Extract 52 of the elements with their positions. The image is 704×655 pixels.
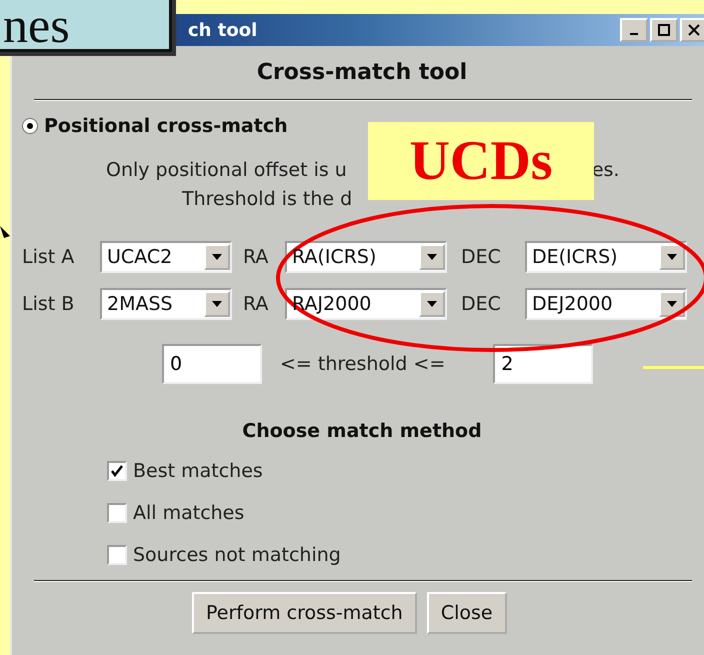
annotation-line <box>643 366 704 369</box>
ra-label: RA <box>242 246 270 268</box>
radio-label: Positional cross-match <box>44 115 288 137</box>
close-icon <box>688 24 700 36</box>
minimize-icon <box>630 33 638 35</box>
dropdown-arrow-icon <box>667 301 677 307</box>
catalog-dropdown[interactable]: 2MASS <box>100 288 232 320</box>
ra-label: RA <box>242 293 270 315</box>
pointer-arrow <box>0 226 10 238</box>
checkbox-label: All matches <box>133 502 244 524</box>
ra-dropdown[interactable]: RA(ICRS) <box>285 241 447 273</box>
close-button[interactable] <box>680 18 704 42</box>
dropdown-button[interactable] <box>204 244 230 270</box>
checkbox-label: Best matches <box>133 460 263 482</box>
window-title: ch tool <box>188 20 258 40</box>
min-threshold-field[interactable]: 0 <box>162 344 262 384</box>
dialog-button[interactable]: Close <box>426 592 507 634</box>
max-threshold-field[interactable]: 2 <box>493 344 594 384</box>
ra-dropdown[interactable]: RAJ2000 <box>285 288 447 320</box>
maximize-icon <box>658 24 670 36</box>
dropdown-button[interactable] <box>204 291 230 317</box>
annotation-label: UCDs <box>368 122 594 200</box>
info-text: Only positional offset is u <box>106 158 347 180</box>
catalog-dropdown[interactable]: UCAC2 <box>100 241 232 273</box>
dec-dropdown[interactable]: DE(ICRS) <box>525 241 687 273</box>
dec-label: DEC <box>460 293 502 315</box>
section-heading: Choose match method <box>241 420 483 442</box>
dec-label: DEC <box>460 246 502 268</box>
dropdown-button[interactable] <box>419 244 445 270</box>
dropdown-button[interactable] <box>659 244 685 270</box>
radio-button[interactable] <box>22 118 38 134</box>
info-text: Threshold is the d <box>182 188 352 210</box>
dropdown-arrow-icon <box>427 254 437 260</box>
dropdown-arrow-icon <box>667 254 677 260</box>
dropdown-arrow-icon <box>212 254 222 260</box>
dropdown-arrow-icon <box>212 301 222 307</box>
maximize-button[interactable] <box>650 18 678 42</box>
checkbox[interactable] <box>107 461 127 481</box>
dialog-heading: Cross-match tool <box>256 60 468 85</box>
checkbox[interactable] <box>107 503 127 523</box>
dropdown-button[interactable] <box>659 291 685 317</box>
checkbox[interactable] <box>107 545 127 565</box>
minimize-button[interactable] <box>620 18 648 42</box>
dec-dropdown[interactable]: DEJ2000 <box>525 288 687 320</box>
dialog-button[interactable]: Perform cross-match <box>192 592 417 634</box>
checkbox-label: Sources not matching <box>133 544 341 566</box>
dropdown-button[interactable] <box>419 291 445 317</box>
threshold-label: <= threshold <= <box>280 353 446 375</box>
checkmark-icon <box>111 465 123 477</box>
list-label: List A <box>22 246 76 268</box>
dropdown-arrow-icon <box>427 301 437 307</box>
list-label: List B <box>22 293 76 315</box>
